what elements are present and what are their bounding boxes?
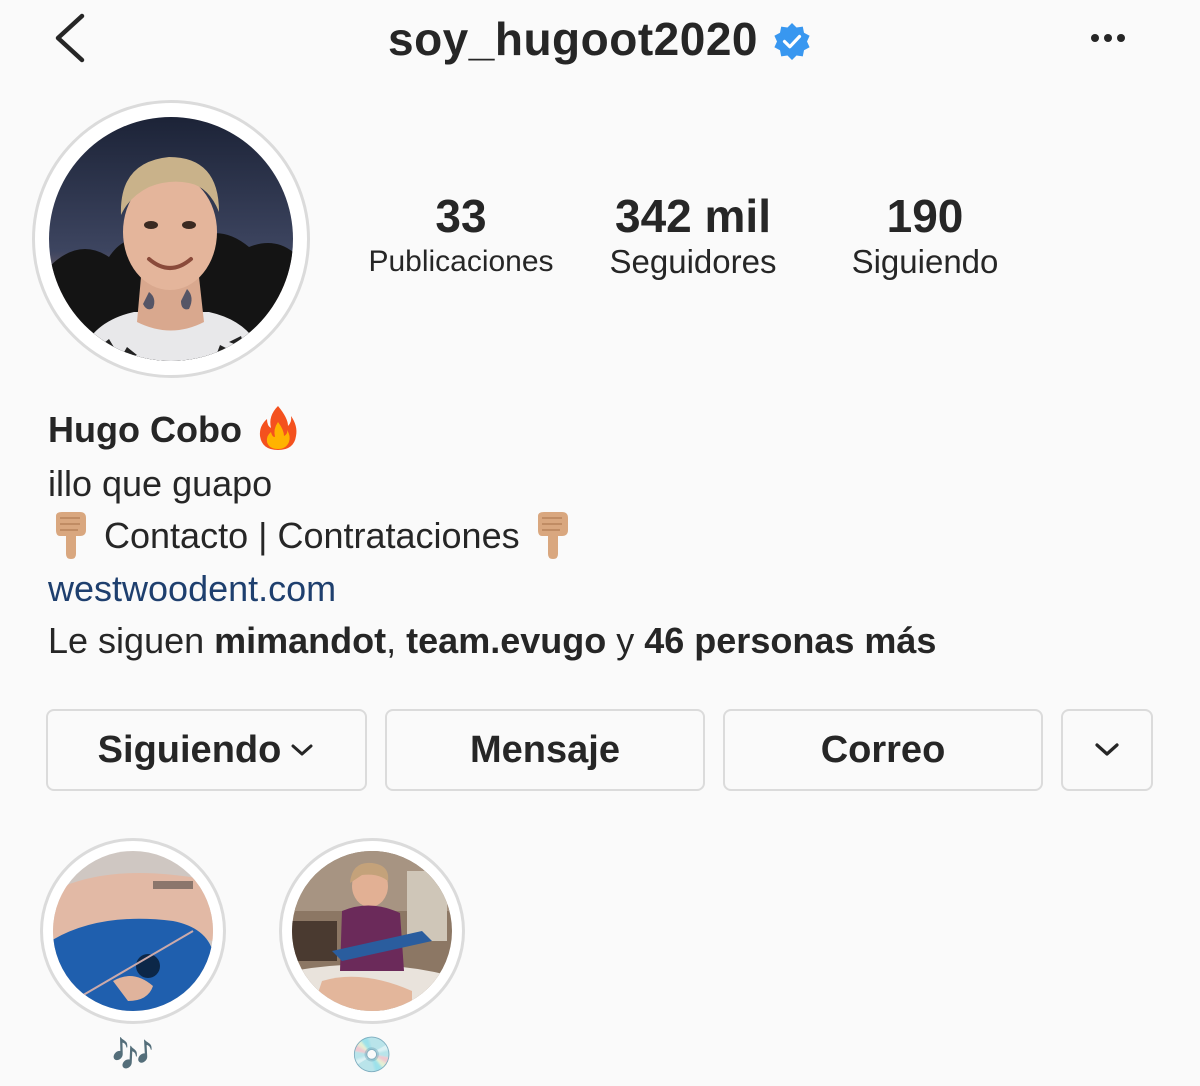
followed-by-user-2[interactable]: team.evugo bbox=[406, 620, 606, 661]
highlight-cover-guitar bbox=[53, 851, 213, 1011]
email-button[interactable]: Correo bbox=[723, 709, 1043, 791]
header-title: soy_hugoot2020 bbox=[0, 8, 1200, 70]
followed-by-others[interactable]: 46 personas más bbox=[644, 620, 936, 661]
followers-label: Seguidores bbox=[609, 243, 777, 280]
bio-contact-text: Contacto | Contrataciones bbox=[104, 515, 520, 556]
posts-count: 33 bbox=[435, 190, 487, 242]
profile-name: Hugo Cobo bbox=[48, 404, 298, 456]
story-highlight[interactable] bbox=[279, 838, 465, 1024]
bio-text: illo que guapo bbox=[48, 463, 273, 504]
highlight-label-music-notes-emoji: 🎶 bbox=[111, 1036, 155, 1074]
avatar-photo bbox=[49, 117, 293, 361]
followed-by-user-1[interactable]: mimandot bbox=[214, 620, 386, 661]
highlight-label-cd-emoji: 💿 bbox=[350, 1036, 394, 1074]
back-button[interactable] bbox=[48, 8, 98, 68]
posts-stat[interactable]: 33 Publicaciones bbox=[354, 190, 568, 282]
more-options-button[interactable] bbox=[1080, 20, 1136, 56]
fire-emoji-icon bbox=[259, 406, 297, 451]
posts-label: Publicaciones bbox=[368, 245, 554, 278]
following-button[interactable]: Siguiendo bbox=[46, 709, 367, 791]
email-button-label: Correo bbox=[820, 728, 946, 771]
highlight-cover-bedroom bbox=[292, 851, 452, 1011]
followers-count: 342 mil bbox=[615, 190, 771, 242]
followed-by-separator: , bbox=[386, 620, 407, 661]
followed-by-text[interactable]: Le siguen mimandot, team.evugo y 46 pers… bbox=[48, 615, 936, 667]
chevron-down-icon bbox=[1095, 743, 1119, 756]
following-button-label: Siguiendo bbox=[97, 728, 282, 771]
followed-by-prefix: Le siguen bbox=[48, 620, 215, 661]
followed-by-separator: y bbox=[606, 620, 645, 661]
chevron-down-icon bbox=[291, 744, 313, 756]
verified-badge-icon bbox=[774, 23, 810, 60]
bio-contact-line: Contacto | Contrataciones bbox=[48, 510, 576, 562]
bio-website-link[interactable]: westwoodent.com bbox=[48, 563, 336, 615]
message-button-label: Mensaje bbox=[470, 728, 620, 771]
username: soy_hugoot2020 bbox=[388, 13, 758, 65]
message-button[interactable]: Mensaje bbox=[385, 709, 705, 791]
following-stat[interactable]: 190 Siguiendo bbox=[822, 190, 1028, 282]
more-horizontal-icon bbox=[1091, 34, 1125, 42]
followers-stat[interactable]: 342 mil Seguidores bbox=[585, 190, 801, 282]
profile-avatar[interactable] bbox=[32, 100, 310, 378]
profile-name-text: Hugo Cobo bbox=[48, 409, 242, 450]
pointing-down-emoji-icon bbox=[56, 512, 86, 560]
suggested-accounts-button[interactable] bbox=[1061, 709, 1153, 791]
story-highlight[interactable] bbox=[40, 838, 226, 1024]
following-label: Siguiendo bbox=[851, 243, 999, 280]
pointing-down-emoji-icon bbox=[537, 512, 568, 560]
chevron-left-icon bbox=[55, 13, 85, 63]
following-count: 190 bbox=[886, 190, 964, 242]
